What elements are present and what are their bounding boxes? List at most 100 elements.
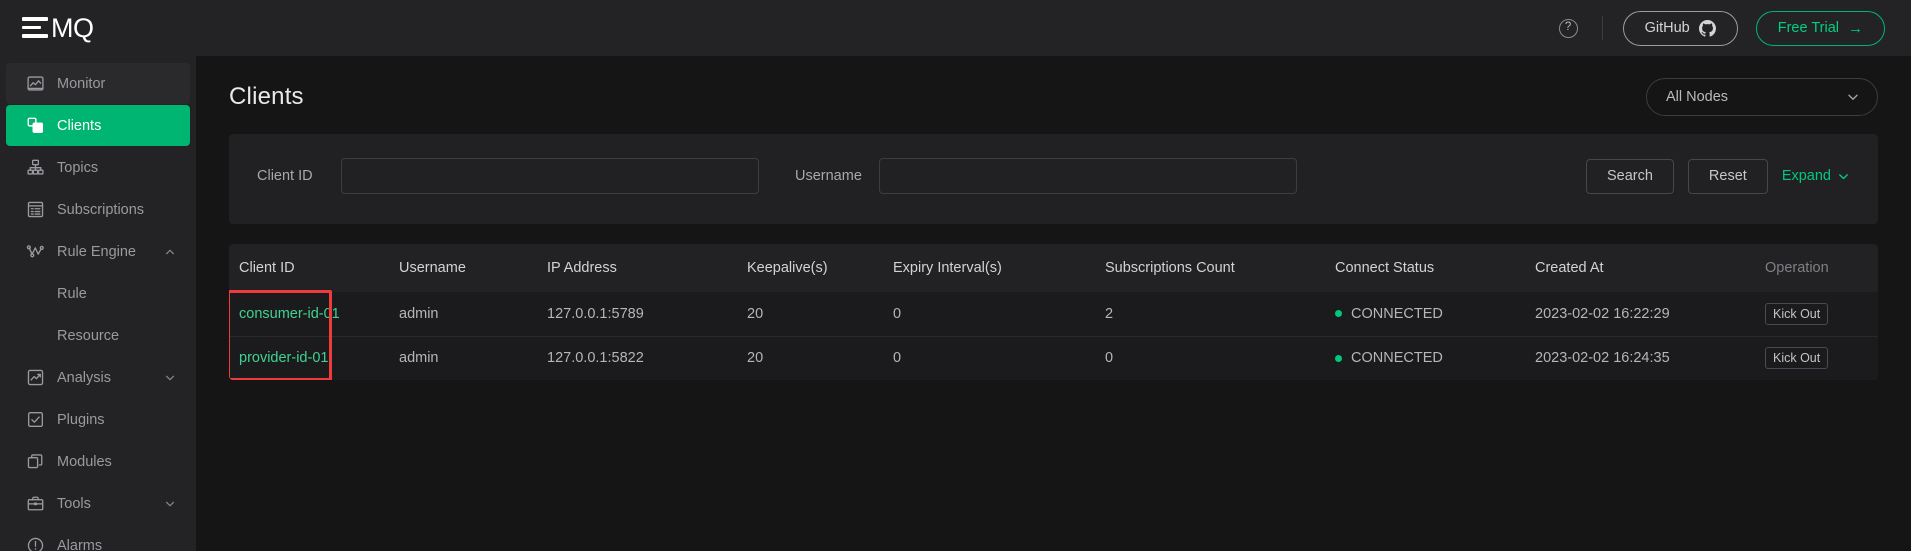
sidebar-item-label: Subscriptions xyxy=(57,201,145,218)
page-title: Clients xyxy=(229,83,304,110)
sidebar-item-topics[interactable]: Topics xyxy=(6,147,190,188)
cell-ip-address: 127.0.0.1:5789 xyxy=(547,305,644,322)
client-id-input[interactable] xyxy=(341,158,759,194)
topbar-divider xyxy=(1601,16,1603,40)
client-id-label: Client ID xyxy=(257,168,313,184)
plugins-checkbox-icon xyxy=(26,410,45,429)
topics-tree-icon xyxy=(26,158,45,177)
search-button[interactable]: Search xyxy=(1585,158,1674,194)
node-filter-value: All Nodes xyxy=(1666,89,1729,105)
alarms-warning-icon xyxy=(26,536,45,551)
cell-expiry-interval: 0 xyxy=(893,305,902,322)
sidebar-item-label: Modules xyxy=(57,453,112,470)
modules-copy-icon xyxy=(26,452,45,471)
status-dot-icon xyxy=(1335,310,1342,318)
cell-subscriptions-count: 0 xyxy=(1095,335,1325,380)
chevron-down-icon[interactable] xyxy=(164,498,176,510)
sidebar-subitem-label: Resource xyxy=(57,327,120,344)
sidebar-item-plugins[interactable]: Plugins xyxy=(6,399,190,440)
expand-toggle[interactable]: Expand xyxy=(1782,168,1850,184)
sidebar-nav: Monitor Clients Topics Subscriptions Rul… xyxy=(0,56,196,551)
sidebar-item-rule[interactable]: Rule xyxy=(6,273,190,314)
kick-out-button[interactable]: Kick Out xyxy=(1765,302,1829,325)
brand-logo-text: MQ xyxy=(51,12,94,43)
sidebar-item-monitor[interactable]: Monitor xyxy=(6,63,190,104)
sidebar-item-label: Monitor xyxy=(57,75,106,92)
main-area: ? GitHub Free Trial → Clients All Nodes xyxy=(196,0,1911,551)
sidebar-item-alarms[interactable]: Alarms xyxy=(6,525,190,551)
sidebar-item-label: Alarms xyxy=(57,537,103,551)
table-header: Client ID Username IP Address Keepalive(… xyxy=(229,244,1878,292)
cell-keepalive: 20 xyxy=(747,305,764,322)
github-button[interactable]: GitHub xyxy=(1622,10,1738,46)
expand-label: Expand xyxy=(1781,168,1831,184)
sidebar-item-tools[interactable]: Tools xyxy=(6,483,190,524)
column-header-created-at[interactable]: Created At xyxy=(1525,244,1755,292)
chevron-up-icon[interactable] xyxy=(164,246,176,258)
chevron-down-icon xyxy=(1837,170,1850,183)
table-body: consumer-id-01 admin 127.0.0.1:5789 20 0… xyxy=(229,292,1878,380)
column-header-username[interactable]: Username xyxy=(389,244,537,292)
column-header-connect-status[interactable]: Connect Status xyxy=(1325,244,1525,292)
sidebar-item-modules[interactable]: Modules xyxy=(6,441,190,482)
client-id-link[interactable]: consumer-id-01 xyxy=(239,306,340,322)
clients-table: Client ID Username IP Address Keepalive(… xyxy=(229,244,1878,380)
sidebar-item-rule-engine[interactable]: Rule Engine xyxy=(6,231,190,272)
page-header: Clients All Nodes xyxy=(229,56,1878,134)
column-header-expiry-interval[interactable]: Expiry Interval(s) xyxy=(883,244,1095,292)
search-filter-panel: Client ID Username Search Reset Expand xyxy=(229,134,1878,224)
column-header-client-id[interactable]: Client ID xyxy=(229,244,389,292)
column-header-subscriptions-count[interactable]: Subscriptions Count xyxy=(1095,244,1325,292)
sidebar-subitem-label: Rule xyxy=(57,285,87,302)
cell-created-at: 2023-02-02 16:24:35 xyxy=(1525,335,1755,380)
sidebar-item-label: Tools xyxy=(57,495,91,512)
cell-keepalive: 20 xyxy=(737,335,883,380)
sidebar-item-clients[interactable]: Clients xyxy=(6,105,190,146)
cell-ip-address: 127.0.0.1:5822 xyxy=(537,335,737,380)
cell-connect-status: CONNECTED xyxy=(1325,335,1525,380)
brand-logo[interactable]: MQ xyxy=(0,0,196,56)
free-trial-button[interactable]: Free Trial → xyxy=(1755,10,1885,46)
reset-button[interactable]: Reset xyxy=(1687,158,1768,194)
sidebar-item-resource[interactable]: Resource xyxy=(6,315,190,356)
cell-created-at: 2023-02-02 16:22:29 xyxy=(1535,305,1670,322)
username-field: Username xyxy=(795,158,1297,194)
sidebar-item-analysis[interactable]: Analysis xyxy=(6,357,190,398)
sidebar-item-subscriptions[interactable]: Subscriptions xyxy=(6,189,190,230)
column-header-ip-address[interactable]: IP Address xyxy=(537,244,737,292)
search-actions: Search Reset Expand xyxy=(1585,158,1850,194)
column-header-keepalive[interactable]: Keepalive(s) xyxy=(737,244,883,292)
chevron-down-icon[interactable] xyxy=(164,372,176,384)
cell-username: admin xyxy=(399,305,439,322)
status-dot-icon xyxy=(1335,354,1342,362)
arrow-right-icon: → xyxy=(1848,19,1863,37)
sidebar-item-label: Clients xyxy=(57,117,102,134)
status-badge: CONNECTED xyxy=(1351,350,1443,367)
subscriptions-list-icon xyxy=(26,200,45,219)
sidebar-item-label: Rule Engine xyxy=(57,243,136,260)
github-icon xyxy=(1698,19,1716,37)
client-id-field: Client ID xyxy=(257,158,759,194)
cell-username: admin xyxy=(389,335,537,380)
client-id-link[interactable]: provider-id-01 xyxy=(239,350,328,366)
monitor-chart-icon xyxy=(26,74,45,93)
column-header-operation: Operation xyxy=(1755,244,1878,292)
analysis-trend-icon xyxy=(26,368,45,387)
table-row: provider-id-01 admin 127.0.0.1:5822 20 0… xyxy=(229,335,1878,380)
table-row: consumer-id-01 admin 127.0.0.1:5789 20 0… xyxy=(229,292,1878,336)
node-filter-select[interactable]: All Nodes xyxy=(1646,78,1878,116)
kick-out-button[interactable]: Kick Out xyxy=(1765,347,1829,370)
topbar: ? GitHub Free Trial → xyxy=(196,0,1911,56)
sidebar: MQ Monitor Clients Topics Subscriptions … xyxy=(0,0,196,551)
cell-expiry-interval: 0 xyxy=(883,335,1095,380)
username-input[interactable] xyxy=(879,158,1297,194)
table-header-row: Client ID Username IP Address Keepalive(… xyxy=(229,244,1878,292)
clients-table-card: Client ID Username IP Address Keepalive(… xyxy=(229,244,1878,380)
cell-subscriptions-count: 2 xyxy=(1105,305,1114,322)
page-content: Clients All Nodes Client ID Username Sea… xyxy=(196,56,1911,551)
sidebar-item-label: Plugins xyxy=(57,411,105,428)
help-circle-icon[interactable]: ? xyxy=(1558,18,1578,38)
cell-connect-status: CONNECTED xyxy=(1325,292,1525,336)
free-trial-label: Free Trial xyxy=(1777,20,1839,36)
sidebar-item-label: Analysis xyxy=(57,369,111,386)
